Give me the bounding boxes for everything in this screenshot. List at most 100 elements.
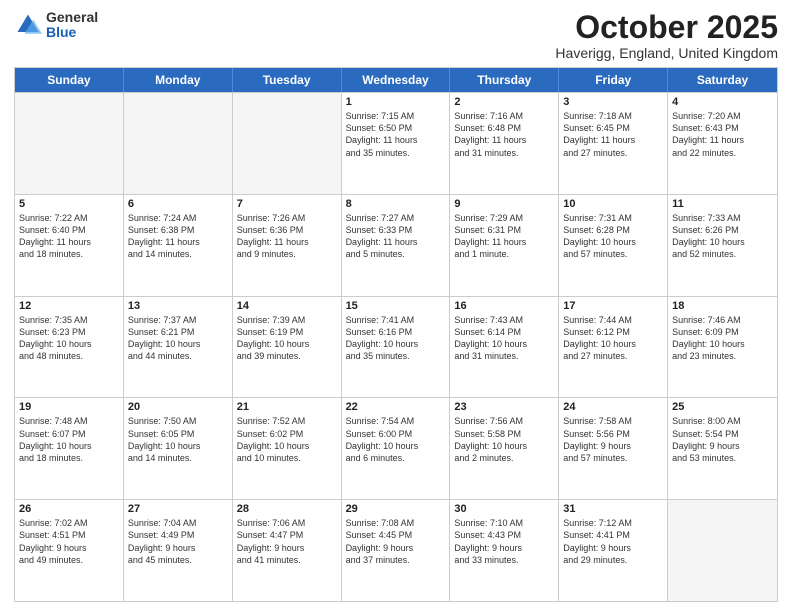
day-info: Sunrise: 7:15 AM Sunset: 6:50 PM Dayligh… (346, 110, 446, 159)
calendar-cell: 21 Sunrise: 7:52 AM Sunset: 6:02 PM Dayli… (233, 398, 342, 499)
day-number: 25 (672, 401, 773, 413)
day-info: Sunrise: 7:54 AM Sunset: 6:00 PM Dayligh… (346, 415, 446, 464)
day-info: Sunrise: 7:29 AM Sunset: 6:31 PM Dayligh… (454, 212, 554, 261)
day-number: 10 (563, 198, 663, 210)
calendar-cell: 7Sunrise: 7:26 AM Sunset: 6:36 PM Daylig… (233, 195, 342, 296)
calendar-header: SundayMondayTuesdayWednesdayThursdayFrid… (15, 68, 777, 92)
day-info: Sunrise: 7:46 AM Sunset: 6:09 PM Dayligh… (672, 314, 773, 363)
calendar-cell: 11 Sunrise: 7:33 AM Sunset: 6:26 PM Dayli… (668, 195, 777, 296)
calendar-cell: 5 Sunrise: 7:22 AM Sunset: 6:40 PM Daylig… (15, 195, 124, 296)
calendar-cell: 13 Sunrise: 7:37 AM Sunset: 6:21 PM Dayli… (124, 297, 233, 398)
calendar-cell: 28Sunrise: 7:06 AM Sunset: 4:47 PM Dayli… (233, 500, 342, 601)
weekday-header-wednesday: Wednesday (342, 68, 451, 92)
month-title: October 2025 (555, 10, 778, 45)
day-info: Sunrise: 7:02 AM Sunset: 4:51 PM Dayligh… (19, 517, 119, 566)
day-info: Sunrise: 7:50 AM Sunset: 6:05 PM Dayligh… (128, 415, 228, 464)
day-info: Sunrise: 7:04 AM Sunset: 4:49 PM Dayligh… (128, 517, 228, 566)
day-number: 27 (128, 503, 228, 515)
day-number: 4 (672, 96, 773, 108)
logo-general: General (46, 10, 98, 25)
calendar-cell (15, 93, 124, 194)
calendar-cell: 22 Sunrise: 7:54 AM Sunset: 6:00 PM Dayli… (342, 398, 451, 499)
calendar-cell (668, 500, 777, 601)
day-number: 17 (563, 300, 663, 312)
calendar-cell: 1 Sunrise: 7:15 AM Sunset: 6:50 PM Daylig… (342, 93, 451, 194)
day-info: Sunrise: 7:39 AM Sunset: 6:19 PM Dayligh… (237, 314, 337, 363)
logo-icon (14, 11, 42, 39)
day-number: 24 (563, 401, 663, 413)
day-number: 31 (563, 503, 663, 515)
day-number: 5 (19, 198, 119, 210)
day-number: 14 (237, 300, 337, 312)
calendar-cell: 6Sunrise: 7:24 AM Sunset: 6:38 PM Daylig… (124, 195, 233, 296)
day-info: Sunrise: 8:00 AM Sunset: 5:54 PM Dayligh… (672, 415, 773, 464)
day-info: Sunrise: 7:41 AM Sunset: 6:16 PM Dayligh… (346, 314, 446, 363)
day-number: 6 (128, 198, 228, 210)
calendar: SundayMondayTuesdayWednesdayThursdayFrid… (14, 67, 778, 602)
calendar-cell: 3 Sunrise: 7:18 AM Sunset: 6:45 PM Daylig… (559, 93, 668, 194)
calendar-cell: 23Sunrise: 7:56 AM Sunset: 5:58 PM Dayli… (450, 398, 559, 499)
header: General Blue October 2025 Haverigg, Engl… (14, 10, 778, 61)
logo: General Blue (14, 10, 98, 41)
day-info: Sunrise: 7:08 AM Sunset: 4:45 PM Dayligh… (346, 517, 446, 566)
calendar-row-2: 12 Sunrise: 7:35 AM Sunset: 6:23 PM Dayli… (15, 296, 777, 398)
title-block: October 2025 Haverigg, England, United K… (555, 10, 778, 61)
calendar-row-0: 1 Sunrise: 7:15 AM Sunset: 6:50 PM Daylig… (15, 92, 777, 194)
calendar-cell (124, 93, 233, 194)
day-info: Sunrise: 7:22 AM Sunset: 6:40 PM Dayligh… (19, 212, 119, 261)
day-info: Sunrise: 7:16 AM Sunset: 6:48 PM Dayligh… (454, 110, 554, 159)
page: General Blue October 2025 Haverigg, Engl… (0, 0, 792, 612)
day-number: 30 (454, 503, 554, 515)
calendar-cell: 25 Sunrise: 8:00 AM Sunset: 5:54 PM Dayli… (668, 398, 777, 499)
day-number: 15 (346, 300, 446, 312)
day-info: Sunrise: 7:44 AM Sunset: 6:12 PM Dayligh… (563, 314, 663, 363)
day-info: Sunrise: 7:12 AM Sunset: 4:41 PM Dayligh… (563, 517, 663, 566)
day-info: Sunrise: 7:52 AM Sunset: 6:02 PM Dayligh… (237, 415, 337, 464)
day-number: 1 (346, 96, 446, 108)
day-number: 21 (237, 401, 337, 413)
location: Haverigg, England, United Kingdom (555, 45, 778, 61)
calendar-cell: 12 Sunrise: 7:35 AM Sunset: 6:23 PM Dayli… (15, 297, 124, 398)
calendar-row-3: 19 Sunrise: 7:48 AM Sunset: 6:07 PM Dayli… (15, 397, 777, 499)
calendar-row-4: 26Sunrise: 7:02 AM Sunset: 4:51 PM Dayli… (15, 499, 777, 601)
day-number: 3 (563, 96, 663, 108)
day-info: Sunrise: 7:37 AM Sunset: 6:21 PM Dayligh… (128, 314, 228, 363)
day-number: 13 (128, 300, 228, 312)
day-number: 19 (19, 401, 119, 413)
calendar-cell: 2 Sunrise: 7:16 AM Sunset: 6:48 PM Daylig… (450, 93, 559, 194)
calendar-cell: 15 Sunrise: 7:41 AM Sunset: 6:16 PM Dayli… (342, 297, 451, 398)
weekday-header-friday: Friday (559, 68, 668, 92)
day-info: Sunrise: 7:06 AM Sunset: 4:47 PM Dayligh… (237, 517, 337, 566)
day-info: Sunrise: 7:58 AM Sunset: 5:56 PM Dayligh… (563, 415, 663, 464)
calendar-cell: 17 Sunrise: 7:44 AM Sunset: 6:12 PM Dayli… (559, 297, 668, 398)
day-info: Sunrise: 7:20 AM Sunset: 6:43 PM Dayligh… (672, 110, 773, 159)
weekday-header-tuesday: Tuesday (233, 68, 342, 92)
day-info: Sunrise: 7:18 AM Sunset: 6:45 PM Dayligh… (563, 110, 663, 159)
day-number: 8 (346, 198, 446, 210)
calendar-cell: 26Sunrise: 7:02 AM Sunset: 4:51 PM Dayli… (15, 500, 124, 601)
calendar-cell: 4 Sunrise: 7:20 AM Sunset: 6:43 PM Daylig… (668, 93, 777, 194)
day-number: 23 (454, 401, 554, 413)
day-info: Sunrise: 7:35 AM Sunset: 6:23 PM Dayligh… (19, 314, 119, 363)
day-number: 7 (237, 198, 337, 210)
calendar-cell: 16Sunrise: 7:43 AM Sunset: 6:14 PM Dayli… (450, 297, 559, 398)
calendar-body: 1 Sunrise: 7:15 AM Sunset: 6:50 PM Daylig… (15, 92, 777, 601)
weekday-header-monday: Monday (124, 68, 233, 92)
logo-blue: Blue (46, 25, 98, 40)
day-number: 16 (454, 300, 554, 312)
weekday-header-sunday: Sunday (15, 68, 124, 92)
calendar-cell: 27 Sunrise: 7:04 AM Sunset: 4:49 PM Dayli… (124, 500, 233, 601)
calendar-cell: 19 Sunrise: 7:48 AM Sunset: 6:07 PM Dayli… (15, 398, 124, 499)
day-info: Sunrise: 7:27 AM Sunset: 6:33 PM Dayligh… (346, 212, 446, 261)
day-number: 11 (672, 198, 773, 210)
day-number: 20 (128, 401, 228, 413)
day-info: Sunrise: 7:10 AM Sunset: 4:43 PM Dayligh… (454, 517, 554, 566)
calendar-cell: 20 Sunrise: 7:50 AM Sunset: 6:05 PM Dayli… (124, 398, 233, 499)
calendar-cell: 10Sunrise: 7:31 AM Sunset: 6:28 PM Dayli… (559, 195, 668, 296)
day-info: Sunrise: 7:33 AM Sunset: 6:26 PM Dayligh… (672, 212, 773, 261)
calendar-cell: 31 Sunrise: 7:12 AM Sunset: 4:41 PM Dayli… (559, 500, 668, 601)
day-number: 22 (346, 401, 446, 413)
day-number: 2 (454, 96, 554, 108)
day-number: 12 (19, 300, 119, 312)
day-info: Sunrise: 7:48 AM Sunset: 6:07 PM Dayligh… (19, 415, 119, 464)
